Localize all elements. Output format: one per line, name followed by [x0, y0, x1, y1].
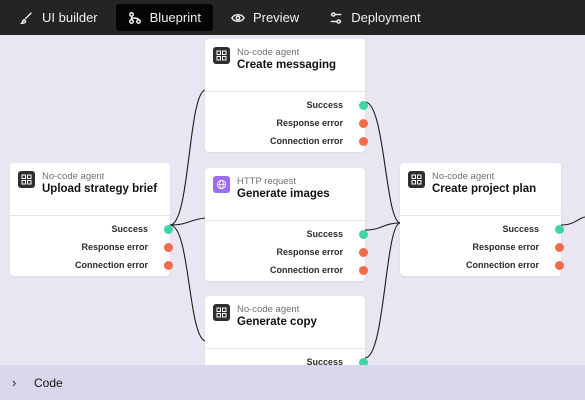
port-response-error: Response error [205, 243, 368, 261]
port-success: Success [205, 96, 368, 114]
code-panel-label: Code [34, 375, 63, 390]
agent-grid-icon [408, 171, 425, 188]
code-panel-toggle[interactable]: › Code [0, 365, 585, 400]
port-success: Success [400, 220, 564, 238]
success-port-dot[interactable] [359, 229, 368, 239]
connection-error-port-dot[interactable] [164, 260, 173, 270]
brush-icon [20, 11, 32, 24]
port-response-error: Response error [400, 238, 564, 256]
response-error-port-dot[interactable] [359, 118, 368, 128]
port-success: Success [205, 353, 368, 365]
port-success: Success [205, 225, 368, 243]
port-connection-error: Connection error [10, 256, 173, 274]
wire-upload-to-messaging [169, 89, 206, 226]
node-title: Generate images [237, 188, 330, 200]
node-generate-copy[interactable]: No-code agent Generate copy Success [205, 296, 368, 365]
node-title: Generate copy [237, 316, 317, 328]
wire-copy-to-plan [364, 222, 401, 359]
eye-icon [231, 13, 245, 22]
node-title: Create messaging [237, 59, 337, 71]
tab-blueprint[interactable]: Blueprint [115, 4, 213, 31]
tab-ui-builder[interactable]: UI builder [8, 4, 110, 31]
node-header: No-code agent Create messaging [205, 39, 365, 92]
sliders-icon [330, 11, 342, 24]
node-upload-strategy-brief[interactable]: No-code agent Upload strategy brief Succ… [10, 163, 173, 276]
node-header: HTTP request Generate images [205, 168, 365, 221]
success-port-dot[interactable] [555, 224, 564, 234]
node-title: Create project plan [432, 183, 537, 195]
port-response-error: Response error [205, 114, 368, 132]
tab-label: UI builder [42, 10, 98, 25]
connection-error-port-dot[interactable] [359, 136, 368, 146]
node-header: No-code agent Upload strategy brief [10, 163, 170, 216]
tab-preview[interactable]: Preview [219, 4, 311, 31]
connection-error-port-dot[interactable] [555, 260, 564, 270]
success-port-dot[interactable] [359, 357, 368, 365]
node-header: No-code agent Generate copy [205, 296, 365, 349]
node-generate-images[interactable]: HTTP request Generate images Success Res… [205, 168, 368, 281]
node-type: No-code agent [432, 171, 495, 182]
port-success: Success [10, 220, 173, 238]
node-type: HTTP request [237, 176, 296, 187]
wire-messaging-to-plan [364, 101, 401, 224]
agent-grid-icon [213, 47, 230, 64]
port-connection-error: Connection error [205, 261, 368, 279]
top-toolbar: UI builder Blueprint Preview Deployment [0, 0, 585, 35]
tab-deployment[interactable]: Deployment [317, 4, 432, 31]
connection-error-port-dot[interactable] [359, 265, 368, 275]
response-error-port-dot[interactable] [164, 242, 173, 252]
success-port-dot[interactable] [359, 100, 368, 110]
node-type: No-code agent [237, 304, 300, 315]
chevron-right-icon: › [12, 375, 17, 390]
tab-label: Deployment [351, 10, 421, 25]
response-error-port-dot[interactable] [555, 242, 564, 252]
tab-label: Preview [252, 10, 300, 25]
port-response-error: Response error [10, 238, 173, 256]
port-connection-error: Connection error [205, 132, 368, 150]
agent-grid-icon [213, 304, 230, 321]
node-title: Upload strategy brief [42, 183, 158, 195]
node-header: No-code agent Create project plan [400, 163, 561, 216]
tab-label: Blueprint [149, 10, 201, 25]
success-port-dot[interactable] [164, 224, 173, 234]
flow-icon [128, 11, 141, 24]
wire-plan-out [560, 216, 585, 226]
globe-icon [213, 176, 230, 193]
port-connection-error: Connection error [400, 256, 564, 274]
node-type: No-code agent [42, 171, 105, 182]
wire-upload-to-copy [169, 224, 206, 342]
response-error-port-dot[interactable] [359, 247, 368, 257]
agent-grid-icon [18, 171, 35, 188]
node-create-project-plan[interactable]: No-code agent Create project plan Succes… [400, 163, 564, 276]
blueprint-canvas[interactable]: No-code agent Upload strategy brief Succ… [0, 35, 585, 365]
node-type: No-code agent [237, 47, 300, 58]
node-create-messaging[interactable]: No-code agent Create messaging Success R… [205, 39, 368, 152]
